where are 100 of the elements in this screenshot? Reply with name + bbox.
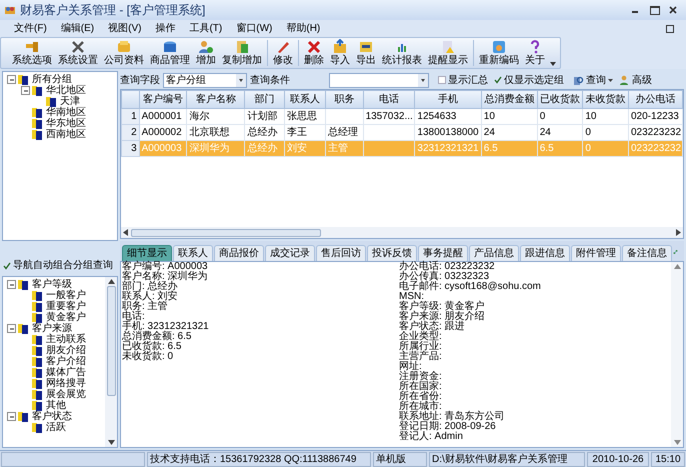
collapse-icon[interactable]: [7, 324, 16, 333]
toolbar-button[interactable]: 提醒显示: [425, 39, 471, 68]
vertical-scrollbar[interactable]: [671, 262, 683, 447]
table-cell: 0: [585, 126, 591, 138]
menu-item[interactable]: 视图(V): [102, 20, 148, 37]
tab[interactable]: 附件管理: [571, 245, 621, 261]
tree-item[interactable]: 一般客户: [45, 290, 87, 301]
tab[interactable]: 事务提醒: [418, 245, 468, 261]
table-cell: 海尔: [189, 110, 210, 122]
query-condition-field[interactable]: [329, 72, 429, 88]
table-cell: 32312321321: [417, 142, 479, 154]
collapse-icon[interactable]: [7, 280, 16, 289]
detail-line: 联系地址: 青岛东方公司: [399, 412, 506, 422]
tree-item[interactable]: 活跃: [45, 422, 67, 433]
toolbar-button[interactable]: 系统选项: [9, 39, 55, 68]
tree-item[interactable]: 其他: [45, 400, 67, 411]
nav-option-checkbox[interactable]: 导航自动组合分组查询: [2, 259, 118, 273]
menu-item[interactable]: 工具(T): [183, 20, 228, 37]
tree-item[interactable]: 主动联系: [45, 334, 87, 345]
tree-item[interactable]: 黄金客户: [45, 312, 87, 323]
toolbar-button[interactable]: 系统设置: [55, 39, 101, 68]
menu-item[interactable]: 编辑(E): [54, 20, 100, 37]
collapse-icon[interactable]: [7, 412, 16, 421]
tree-item[interactable]: 展会展览: [45, 389, 87, 400]
scroll-up-icon: [108, 279, 114, 284]
toolbar-button[interactable]: 公司资料: [101, 39, 147, 68]
add-user-icon: [198, 39, 214, 55]
overflow-icon[interactable]: [550, 62, 556, 66]
tab[interactable]: 细节显示: [122, 245, 172, 261]
tab[interactable]: 联系人: [173, 245, 213, 261]
tree-item[interactable]: 客户等级: [31, 279, 73, 290]
toolbar-button[interactable]: 商品管理: [147, 39, 193, 68]
scroll-right-icon: [676, 229, 681, 236]
tab[interactable]: 产品信息: [469, 245, 519, 261]
toolbar-button[interactable]: 复制增加: [219, 39, 265, 68]
vertical-scrollbar[interactable]: [105, 277, 117, 447]
detail-line: 电子邮件: cysoft168@sohu.com: [399, 282, 542, 292]
tree-item[interactable]: 重要客户: [45, 301, 87, 312]
toolbar-button[interactable]: 增加: [193, 39, 219, 68]
tree-item[interactable]: 所有分组: [31, 74, 73, 85]
copy-add-icon: [234, 39, 250, 55]
tree-item[interactable]: 客户状态: [31, 411, 73, 422]
detail-line: 客户名称: 深圳华为: [122, 272, 209, 282]
close-icon[interactable]: [668, 5, 678, 15]
toolbar-button[interactable]: 删除: [301, 39, 327, 68]
folder-icon: [18, 411, 29, 422]
table-cell: 023223232: [631, 142, 682, 154]
table-cell: 6.5: [484, 142, 498, 154]
maximize-icon[interactable]: [650, 6, 660, 14]
tree-item[interactable]: 华东地区: [45, 118, 87, 129]
dropdown-icon: [418, 74, 428, 86]
tree-item[interactable]: 华南地区: [45, 107, 87, 118]
query-condition-label: 查询条件: [250, 74, 290, 88]
table-cell: 0: [540, 110, 546, 122]
table-cell: 计划部: [247, 110, 278, 122]
restore-icon[interactable]: [666, 24, 674, 32]
table-row[interactable]: 1 A000001 海尔 计划部 张思思 1357032... 1254633 10 0 10 020-12233: [122, 108, 682, 124]
table-cell: 主管: [328, 142, 348, 154]
toolbar-button[interactable]: 统计报表: [379, 39, 425, 68]
tree-item[interactable]: 媒体广告: [45, 367, 87, 378]
query-field-dropdown[interactable]: 客户分组: [163, 72, 247, 88]
tree-item[interactable]: 客户来源: [31, 323, 73, 334]
menu-item[interactable]: 文件(F): [8, 20, 53, 37]
tree-item[interactable]: 天津: [59, 96, 81, 107]
tree-item[interactable]: 西南地区: [45, 129, 87, 140]
toolbar-button[interactable]: 导出: [353, 39, 379, 68]
tree-item[interactable]: 客户介绍: [45, 356, 87, 367]
tab[interactable]: 售后回访: [316, 245, 366, 261]
toolbar-button[interactable]: 修改: [270, 39, 296, 68]
tree-item[interactable]: 华北地区: [45, 85, 87, 96]
tree-item[interactable]: 朋友介绍: [45, 345, 87, 356]
collapse-icon[interactable]: [21, 86, 30, 95]
collapse-icon[interactable]: [7, 75, 16, 84]
option-checkbox[interactable]: 仅显示选定组: [494, 72, 564, 88]
option-checkbox[interactable]: 显示汇总: [438, 72, 488, 88]
toolbar-button[interactable]: 导入: [327, 39, 353, 68]
tab[interactable]: 成交记录: [265, 245, 315, 261]
detail-line: 客户来源: 朋友介绍: [399, 312, 486, 322]
toolbar-button[interactable]: 关于: [522, 39, 548, 68]
tab[interactable]: 备注信息: [622, 245, 672, 261]
folder-icon: [32, 367, 43, 378]
advanced-button[interactable]: 高级: [619, 72, 652, 88]
horizontal-scrollbar[interactable]: [121, 227, 683, 238]
table-row[interactable]: 3 A000003 深圳华为 总经办 刘安 主管 32312321321 6.5 6.5 0 023223232: [122, 140, 682, 156]
status-text: 单机版: [373, 452, 427, 466]
tab[interactable]: 投诉反馈: [367, 245, 417, 261]
menu-item[interactable]: 帮助(H): [280, 20, 326, 37]
table-cell: 0: [585, 142, 591, 154]
folder-icon: [32, 422, 43, 433]
tab[interactable]: 跟进信息: [520, 245, 570, 261]
folder-icon: [18, 74, 29, 85]
tree-item[interactable]: 网络搜寻: [45, 378, 87, 389]
table-row[interactable]: 2 A000002 北京联想 总经办 李王 总经理 13800138000 24 24 0 023223232: [122, 124, 682, 140]
toolbar-button[interactable]: 重新编码: [476, 39, 522, 68]
app-icon: [4, 4, 16, 16]
search-button[interactable]: 查询: [573, 72, 613, 88]
menu-item[interactable]: 操作: [149, 20, 182, 37]
tab[interactable]: 商品报价: [214, 245, 264, 261]
table-cell: 020-12233: [631, 110, 679, 122]
menu-item[interactable]: 窗口(W): [230, 20, 278, 37]
